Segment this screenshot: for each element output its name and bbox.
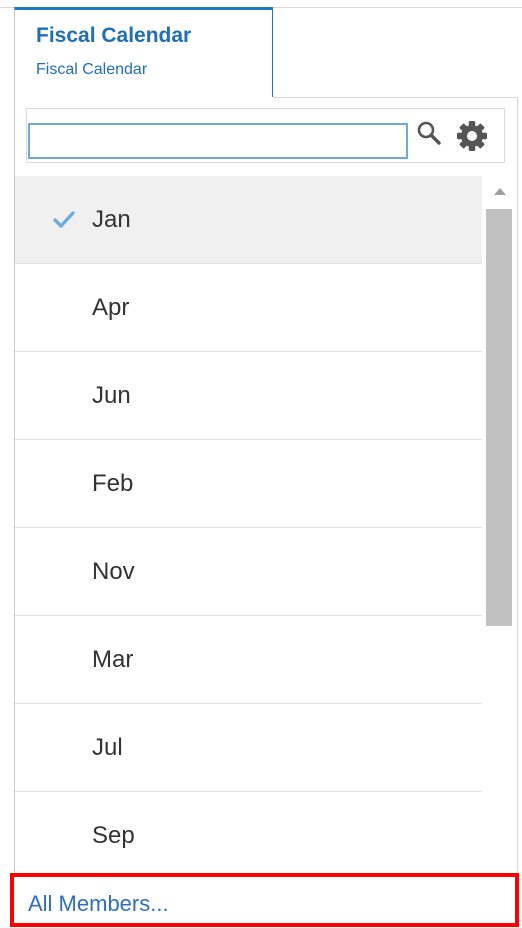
list-item-label: Jan bbox=[92, 206, 131, 233]
scroll-up-arrow-icon[interactable] bbox=[493, 186, 507, 196]
list-item-label: Sep bbox=[92, 822, 135, 849]
list-item[interactable]: Jan bbox=[15, 176, 482, 264]
list-item[interactable]: Apr bbox=[15, 264, 482, 352]
list-item-label: Feb bbox=[92, 470, 134, 497]
tab-title: Fiscal Calendar bbox=[36, 24, 192, 47]
gear-icon[interactable] bbox=[455, 119, 489, 153]
list-item-label: Apr bbox=[92, 294, 130, 321]
tab-subtitle: Fiscal Calendar bbox=[36, 61, 148, 78]
panel-top-border bbox=[273, 97, 518, 98]
list-item[interactable]: Sep bbox=[15, 792, 482, 872]
list-item[interactable]: Feb bbox=[15, 440, 482, 528]
list-item-label: Jul bbox=[92, 734, 123, 761]
search-icon[interactable] bbox=[416, 120, 442, 146]
scrollbar-thumb[interactable] bbox=[486, 209, 512, 626]
tab-fiscal-calendar[interactable]: Fiscal Calendar Fiscal Calendar bbox=[14, 7, 273, 97]
all-members-link[interactable]: All Members... bbox=[10, 873, 519, 927]
list-item[interactable]: Nov bbox=[15, 528, 482, 616]
list-item[interactable]: Mar bbox=[15, 616, 482, 704]
search-input[interactable] bbox=[28, 123, 408, 159]
fiscal-calendar-member-selector: Fiscal Calendar Fiscal Calendar Jan Apr bbox=[0, 0, 522, 928]
list-item-label: Nov bbox=[92, 558, 135, 585]
list-item[interactable]: Jul bbox=[15, 704, 482, 792]
list-item[interactable]: Jun bbox=[15, 352, 482, 440]
member-list: Jan Apr Jun Feb Nov Mar Jul Sep bbox=[15, 176, 482, 872]
checkmark-icon bbox=[53, 211, 75, 228]
all-members-label: All Members... bbox=[28, 891, 169, 916]
list-item-label: Mar bbox=[92, 646, 134, 673]
list-item-label: Jun bbox=[92, 382, 131, 409]
